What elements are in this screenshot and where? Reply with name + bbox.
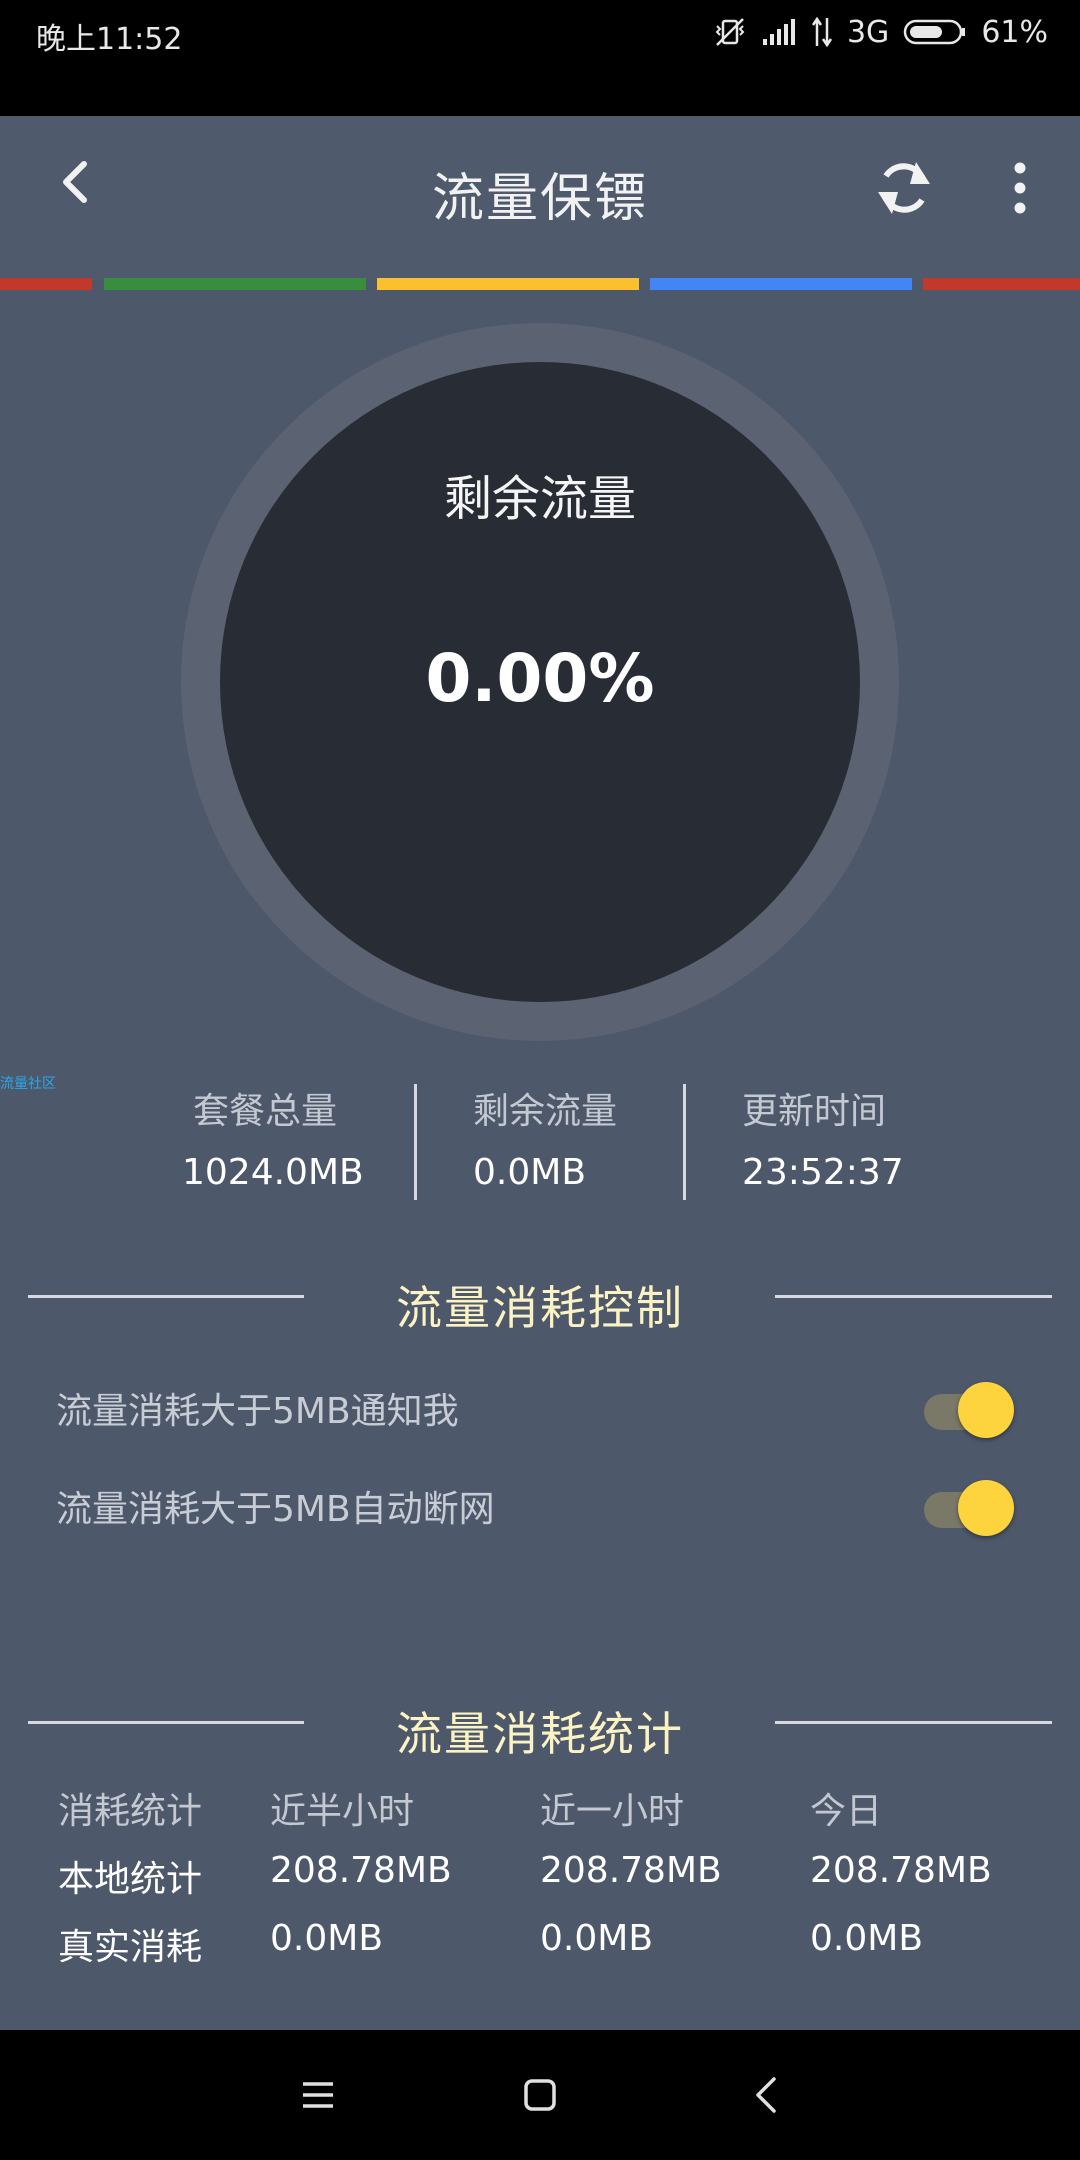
home-square-icon <box>524 2079 556 2111</box>
system-nav-bar <box>0 2030 1080 2160</box>
stats-cell: 0.0MB <box>810 1918 924 1959</box>
stats-cell: 0.0MB <box>540 1918 654 1959</box>
stripe-segment <box>923 278 1080 290</box>
app-bar: 流量保镖 <box>0 116 1080 280</box>
remaining-data-gauge: 剩余流量 0.00% <box>181 323 899 1041</box>
status-icons: 3G 61% <box>713 12 1048 52</box>
battery-percent: 61% <box>981 14 1048 50</box>
control-section-title: 流量消耗控制 <box>396 1281 684 1335</box>
update-time-value: 23:52:37 <box>742 1152 904 1193</box>
divider <box>683 1084 686 1200</box>
data-summary-row: 套餐总量 1024.0MB 剩余流量 0.0MB 更新时间 23:52:37 <box>0 1082 1080 1202</box>
toggle-thumb <box>958 1480 1014 1536</box>
stats-header-cell: 近一小时 <box>540 1791 685 1832</box>
more-vertical-icon <box>1014 162 1026 214</box>
section-line-right <box>775 1295 1052 1298</box>
stats-cell: 本地统计 <box>58 1859 203 1900</box>
update-time-column: 更新时间 23:52:37 <box>742 1082 904 1193</box>
gauge-label: 剩余流量 <box>443 471 636 527</box>
stats-header-cell: 今日 <box>810 1791 883 1832</box>
signal-icon <box>762 19 795 45</box>
data-transfer-icon <box>811 16 833 48</box>
stats-header-cell: 消耗统计 <box>58 1791 203 1832</box>
notify-toggle[interactable] <box>924 1378 1016 1438</box>
notify-setting-label: 流量消耗大于5MB通知我 <box>56 1391 459 1432</box>
stats-section-title: 流量消耗统计 <box>396 1707 684 1761</box>
battery-icon <box>904 19 966 45</box>
total-plan-label: 套餐总量 <box>193 1091 338 1132</box>
divider <box>414 1084 417 1200</box>
menu-icon <box>303 2082 333 2108</box>
stats-table: 消耗统计 近半小时 近一小时 今日 本地统计 208.78MB 208.78MB… <box>58 1782 1038 1986</box>
nav-back-button[interactable] <box>733 2060 803 2130</box>
gauge-percent-value: 0.00% <box>425 640 655 717</box>
status-bar: 晚上11:52 3G 61% <box>0 0 1080 116</box>
status-time: 晚上11:52 <box>36 22 183 57</box>
notify-setting-row: 流量消耗大于5MB通知我 <box>56 1366 1026 1446</box>
gauge-inner: 剩余流量 0.00% <box>220 362 860 1002</box>
stripe-segment <box>0 278 92 290</box>
total-plan-column: 套餐总量 1024.0MB <box>182 1082 364 1193</box>
stripe-segment <box>104 278 366 290</box>
network-type: 3G <box>846 14 890 50</box>
stats-row-local: 本地统计 208.78MB 208.78MB 208.78MB <box>58 1850 1038 1918</box>
disconnect-toggle[interactable] <box>924 1476 1016 1536</box>
stripe-segment <box>650 278 912 290</box>
refresh-icon <box>878 162 930 214</box>
stats-header-cell: 近半小时 <box>270 1791 415 1832</box>
section-line-right <box>775 1721 1052 1724</box>
nav-menu-button[interactable] <box>283 2060 353 2130</box>
disconnect-setting-label: 流量消耗大于5MB自动断网 <box>56 1489 495 1530</box>
nav-home-button[interactable] <box>505 2060 575 2130</box>
stats-cell: 208.78MB <box>540 1850 722 1891</box>
stats-row-real: 真实消耗 0.0MB 0.0MB 0.0MB <box>58 1918 1038 1986</box>
stats-cell: 208.78MB <box>810 1850 992 1891</box>
total-plan-value: 1024.0MB <box>182 1152 364 1193</box>
stats-cell: 真实消耗 <box>58 1927 203 1968</box>
stats-cell: 208.78MB <box>270 1850 452 1891</box>
remaining-column: 剩余流量 0.0MB <box>473 1082 617 1193</box>
vibrate-off-icon <box>715 18 745 46</box>
remaining-value: 0.0MB <box>473 1152 587 1193</box>
back-arrow-icon <box>756 2077 776 2113</box>
stripe-segment <box>377 278 639 290</box>
remaining-label: 剩余流量 <box>473 1091 618 1132</box>
disconnect-setting-row: 流量消耗大于5MB自动断网 <box>56 1464 1026 1544</box>
update-time-label: 更新时间 <box>742 1091 887 1132</box>
toggle-thumb <box>958 1382 1014 1438</box>
refresh-button[interactable] <box>868 152 940 224</box>
more-options-button[interactable] <box>996 160 1044 216</box>
color-stripe <box>0 278 1080 290</box>
stats-header-row: 消耗统计 近半小时 近一小时 今日 <box>58 1782 1038 1850</box>
stats-cell: 0.0MB <box>270 1918 384 1959</box>
